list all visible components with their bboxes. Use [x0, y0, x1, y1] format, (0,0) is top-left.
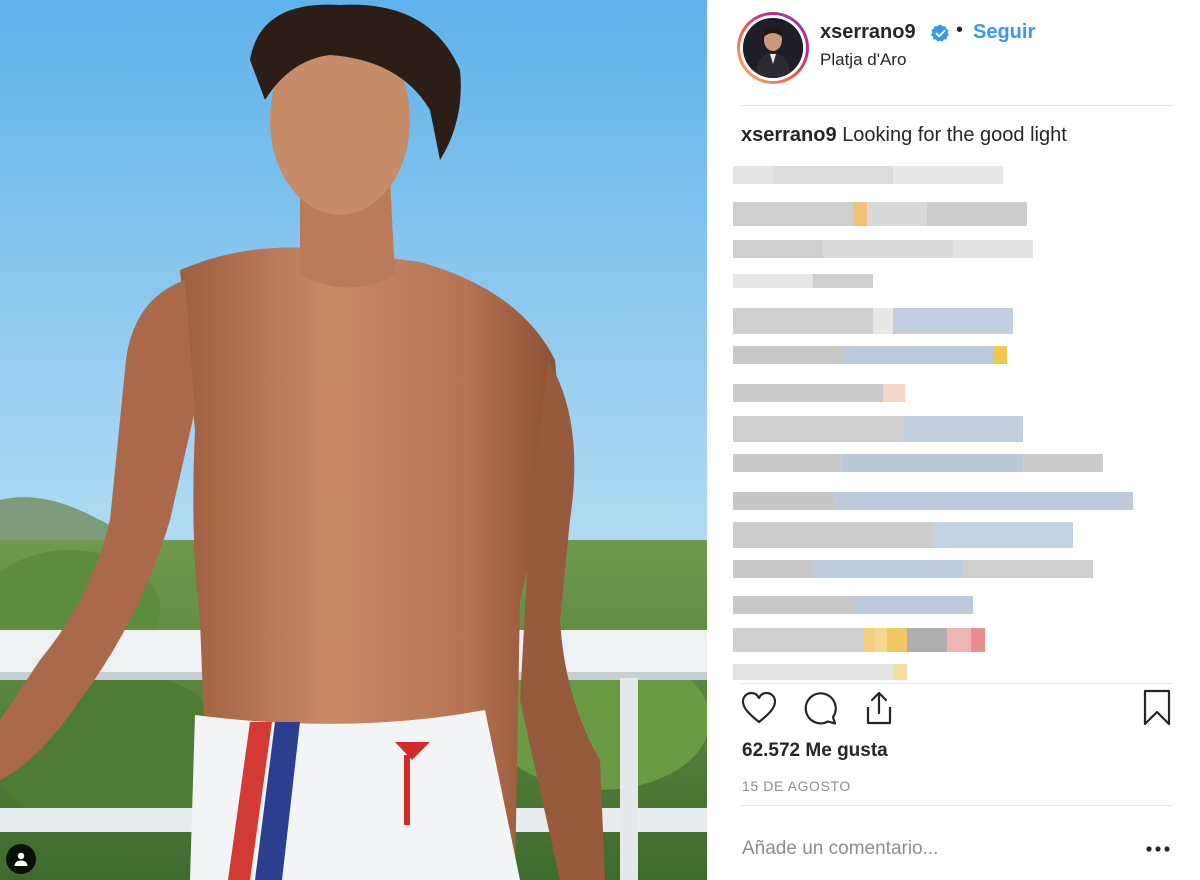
- comments-divider: [741, 683, 1173, 684]
- caption-username[interactable]: xserrano9: [741, 124, 837, 146]
- blurred-comment: [733, 492, 1133, 510]
- heart-icon: [741, 691, 777, 724]
- blurred-comment: [733, 416, 1023, 442]
- blurred-comment: [733, 274, 873, 288]
- caption-text: Looking for the good light: [842, 124, 1067, 146]
- action-bar: [707, 688, 1200, 732]
- caption: xserrano9 Looking for the good light: [741, 124, 1067, 147]
- speech-bubble-icon: [804, 692, 837, 725]
- blurred-comment: [733, 346, 1007, 364]
- like-button[interactable]: [739, 688, 779, 728]
- blurred-comment: [733, 240, 1033, 258]
- blurred-comment: [733, 384, 905, 402]
- more-options-button[interactable]: [1143, 832, 1173, 866]
- save-button[interactable]: [1137, 688, 1177, 728]
- location-link[interactable]: Platja d'Aro: [820, 50, 906, 70]
- bookmark-icon: [1143, 689, 1171, 726]
- blurred-comment: [733, 596, 973, 614]
- avatar-story-ring[interactable]: [737, 12, 809, 84]
- header-divider: [741, 105, 1173, 106]
- post-header: xserrano9 • Seguir Platja d'Aro: [707, 0, 1200, 106]
- post-image: [0, 0, 707, 880]
- share-button[interactable]: [859, 688, 899, 728]
- comments-list: [707, 160, 1200, 680]
- follow-button[interactable]: Seguir: [973, 21, 1035, 44]
- username-link[interactable]: xserrano9: [820, 21, 916, 44]
- more-options-icon: [1146, 846, 1170, 852]
- blurred-comment: [733, 560, 1093, 578]
- blurred-comment: [733, 308, 1013, 334]
- verified-badge-icon: [931, 24, 949, 42]
- post-details-panel: xserrano9 • Seguir Platja d'Aro xserrano…: [707, 0, 1200, 880]
- comment-input[interactable]: [742, 832, 1092, 866]
- separator-dot: •: [956, 19, 964, 41]
- avatar: [743, 18, 803, 78]
- post-date[interactable]: 15 DE AGOSTO: [742, 778, 851, 794]
- blurred-comment: [733, 454, 1103, 472]
- user-tag-icon[interactable]: [6, 844, 36, 874]
- blurred-comment: [733, 522, 1073, 548]
- blurred-comment: [733, 202, 1027, 226]
- share-icon: [866, 691, 892, 725]
- blurred-comment: [733, 664, 907, 680]
- comment-button[interactable]: [800, 688, 840, 728]
- comment-divider: [741, 805, 1173, 806]
- blurred-comment: [733, 628, 985, 652]
- post-photo[interactable]: [0, 0, 707, 880]
- blurred-comment: [733, 166, 1003, 184]
- likes-count[interactable]: 62.572 Me gusta: [742, 740, 888, 762]
